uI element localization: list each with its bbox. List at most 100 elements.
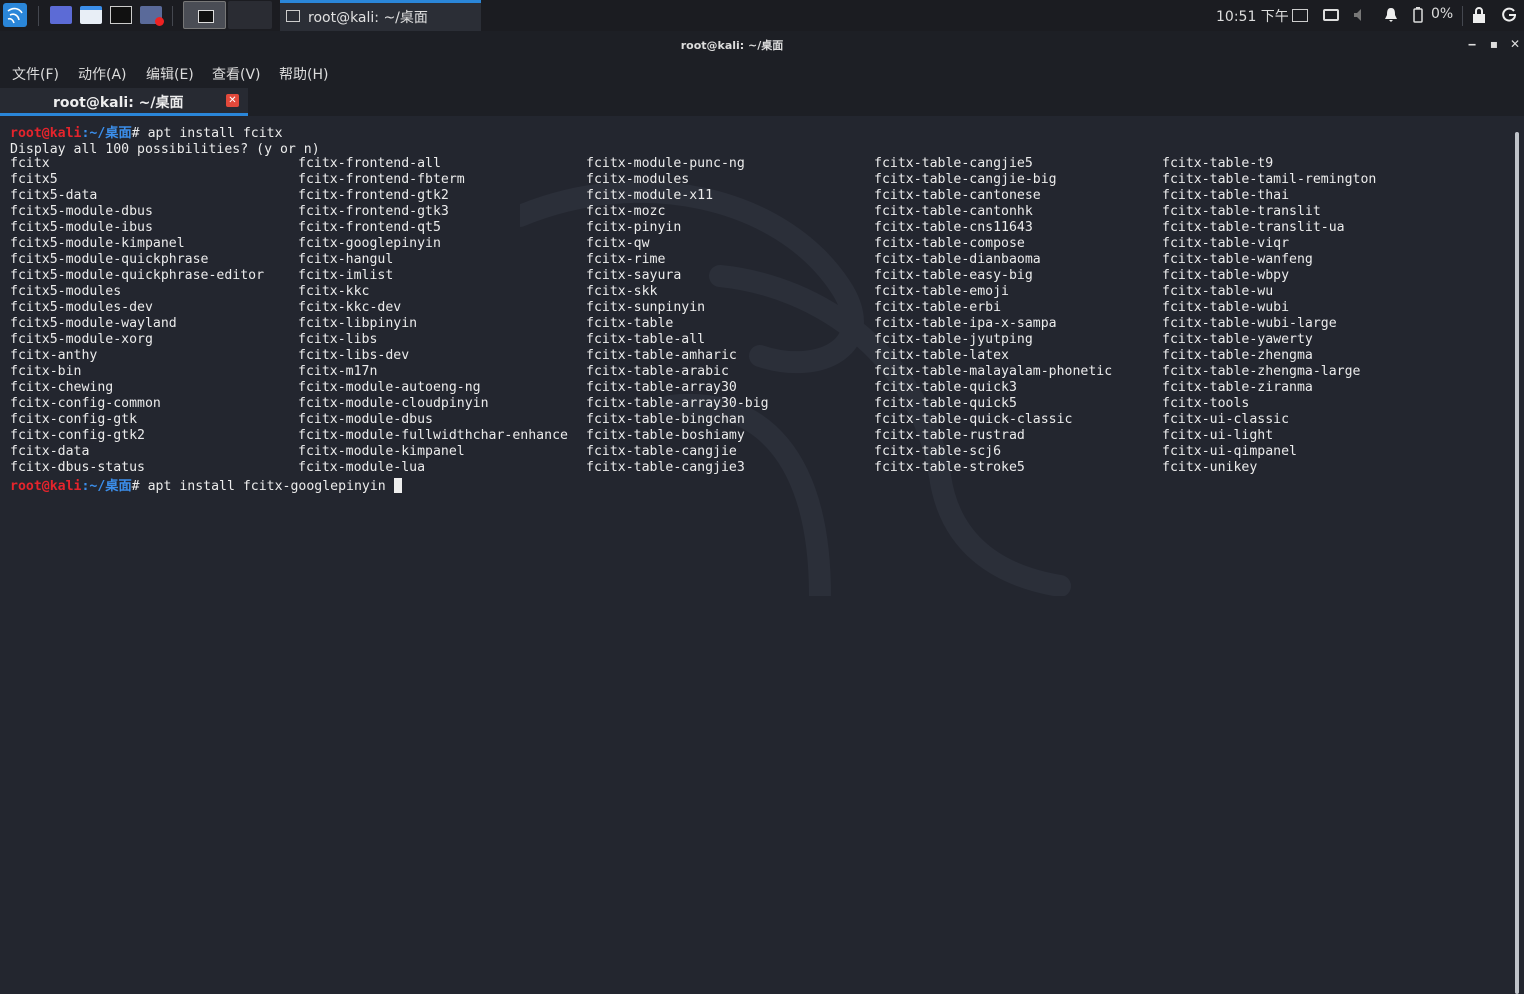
command-text: apt install fcitx	[147, 126, 283, 141]
completion-entry: fcitx-frontend-all	[298, 156, 441, 171]
show-desktop-icon[interactable]	[50, 6, 72, 24]
taskbar-window-button[interactable]: root@kali: ~/桌面	[280, 0, 481, 31]
notification-bell-icon[interactable]	[1383, 7, 1399, 23]
kali-menu-icon[interactable]	[3, 3, 27, 27]
completion-entry: fcitx	[10, 156, 50, 171]
completion-entry: fcitx-frontend-gtk3	[298, 204, 449, 219]
completion-entry: fcitx-table-translit	[1162, 204, 1321, 219]
completion-entry: fcitx-table-wbpy	[1162, 268, 1290, 283]
completion-entry: fcitx-kkc	[298, 284, 370, 299]
completion-entry: fcitx-table-latex	[874, 348, 1009, 363]
prompt-line-1: root@kali:~/桌面# apt install fcitx	[10, 126, 283, 142]
completion-entry: fcitx-table-rustrad	[874, 428, 1025, 443]
completion-entry: fcitx-table-amharic	[586, 348, 737, 363]
completion-entry: fcitx-hangul	[298, 252, 394, 267]
completion-entry: fcitx-table-scj6	[874, 444, 1002, 459]
completion-entry: fcitx-libs	[298, 332, 378, 347]
completion-entry: fcitx-table-thai	[1162, 188, 1290, 203]
completion-entry: fcitx-frontend-qt5	[298, 220, 441, 235]
clock[interactable]: 10:51 下午	[1216, 6, 1289, 26]
command-input-text: apt install fcitx-googlepinyin	[147, 479, 394, 494]
terminal-launcher-icon[interactable]	[110, 6, 132, 24]
completion-entry: fcitx-table-t9	[1162, 156, 1274, 171]
minimize-button[interactable]: ‒	[1465, 37, 1479, 51]
menu-view[interactable]: 查看(V)	[212, 64, 261, 84]
completion-entry: fcitx5-module-quickphrase	[10, 252, 209, 267]
window-title: root@kali: ~/桌面	[680, 39, 784, 52]
completion-entry: fcitx-libpinyin	[298, 316, 418, 331]
completion-entry: fcitx-sunpinyin	[586, 300, 706, 315]
completion-entry: fcitx-table-viqr	[1162, 236, 1290, 251]
completion-entry: fcitx-table-array30-big	[586, 396, 769, 411]
completion-entry: fcitx5-module-kimpanel	[10, 236, 185, 251]
logout-icon[interactable]	[1501, 7, 1517, 23]
completion-entry: fcitx5-module-ibus	[10, 220, 153, 235]
completion-entry: fcitx-table-cantonhk	[874, 204, 1033, 219]
workspace-1-button[interactable]	[183, 1, 226, 29]
completion-entry: fcitx-table-erbi	[874, 300, 1002, 315]
completion-entry: fcitx-m17n	[298, 364, 378, 379]
completion-entry: fcitx-table-quick-classic	[874, 412, 1073, 427]
completion-column-5: fcitx-table-t9 fcitx-table-tamil-remingto…	[1162, 156, 1376, 476]
prompt-path: :~/桌面	[81, 479, 132, 494]
completion-entry: fcitx-frontend-gtk2	[298, 188, 449, 203]
completion-entry: fcitx-ui-qimpanel	[1162, 444, 1297, 459]
completion-entry: fcitx-table-jyutping	[874, 332, 1033, 347]
completion-column-3: fcitx-module-punc-ng fcitx-modules fcitx-m…	[586, 156, 769, 476]
completion-entry: fcitx-table-cangjie-big	[874, 172, 1057, 187]
completion-entry: fcitx-table-all	[586, 332, 706, 347]
terminal-scrollbar[interactable]	[1513, 132, 1521, 994]
terminal-tab[interactable]: root@kali: ~/桌面 ✕	[0, 88, 248, 116]
maximize-button[interactable]: ▪	[1487, 37, 1501, 51]
completion-entry: fcitx-pinyin	[586, 220, 682, 235]
completion-entry: fcitx5-module-dbus	[10, 204, 153, 219]
close-window-button[interactable]: ✕	[1508, 37, 1522, 51]
display-icon[interactable]	[1323, 9, 1339, 21]
completion-entry: fcitx5	[10, 172, 58, 187]
completion-entry: fcitx-qw	[586, 236, 650, 251]
completion-entry: fcitx-table-quick3	[874, 380, 1017, 395]
completion-entry: fcitx-table-wubi	[1162, 300, 1290, 315]
menu-edit[interactable]: 编辑(E)	[146, 64, 194, 84]
completion-column-2: fcitx-frontend-all fcitx-frontend-fbterm f…	[298, 156, 568, 476]
completion-entry: fcitx-table-wubi-large	[1162, 316, 1337, 331]
menu-file[interactable]: 文件(F)	[12, 64, 59, 84]
window-titlebar[interactable]: root@kali: ~/桌面 ‒ ▪ ✕	[0, 31, 1524, 58]
completion-entry: fcitx-table-wanfeng	[1162, 252, 1313, 267]
completion-entry: fcitx-table-wu	[1162, 284, 1274, 299]
lock-screen-icon[interactable]	[1471, 7, 1487, 23]
file-manager-icon[interactable]	[80, 6, 102, 24]
battery-icon[interactable]	[1413, 7, 1423, 23]
workspace-2-button[interactable]	[228, 1, 272, 29]
completion-entry: fcitx-table-cangjie5	[874, 156, 1033, 171]
completion-entry: fcitx-table-malayalam-phonetic	[874, 364, 1113, 379]
terminal-window: root@kali: ~/桌面 ‒ ▪ ✕ 文件(F) 动作(A) 编辑(E) …	[0, 31, 1524, 994]
battery-percentage: 0%	[1431, 6, 1454, 22]
menu-actions[interactable]: 动作(A)	[78, 64, 127, 84]
screenshot-tool-icon[interactable]	[140, 6, 164, 26]
completion-entry: fcitx-ui-classic	[1162, 412, 1290, 427]
completion-entry: fcitx-table-tamil-remington	[1162, 172, 1377, 187]
completion-entry: fcitx-tools	[1162, 396, 1250, 411]
completion-entry: fcitx-table-zhengma	[1162, 348, 1313, 363]
top-panel: root@kali: ~/桌面 10:51 下午 0%	[0, 0, 1524, 32]
scrollbar-thumb[interactable]	[1515, 132, 1519, 994]
completion-entry: fcitx-bin	[10, 364, 82, 379]
completion-entry: fcitx-table-translit-ua	[1162, 220, 1345, 235]
panel-separator	[1462, 6, 1463, 26]
completion-entry: fcitx5-data	[10, 188, 98, 203]
keyboard-icon[interactable]	[1292, 9, 1308, 22]
completion-entry: fcitx-module-punc-ng	[586, 156, 745, 171]
completion-entry: fcitx-config-gtk2	[10, 428, 145, 443]
completion-entry: fcitx5-module-wayland	[10, 316, 177, 331]
completion-entry: fcitx-modules	[586, 172, 690, 187]
menu-help[interactable]: 帮助(H)	[279, 64, 328, 84]
completion-entry: fcitx-sayura	[586, 268, 682, 283]
completion-column-4: fcitx-table-cangjie5 fcitx-table-cangjie-…	[874, 156, 1112, 476]
completion-entry: fcitx-table-quick5	[874, 396, 1017, 411]
terminal-output[interactable]: root@kali:~/桌面# apt install fcitx Displa…	[0, 116, 1524, 994]
prompt-user: root@kali	[10, 479, 82, 494]
tab-close-icon[interactable]: ✕	[226, 94, 239, 107]
volume-muted-icon[interactable]	[1352, 7, 1368, 23]
prompt-path: :~/桌面	[81, 126, 132, 141]
